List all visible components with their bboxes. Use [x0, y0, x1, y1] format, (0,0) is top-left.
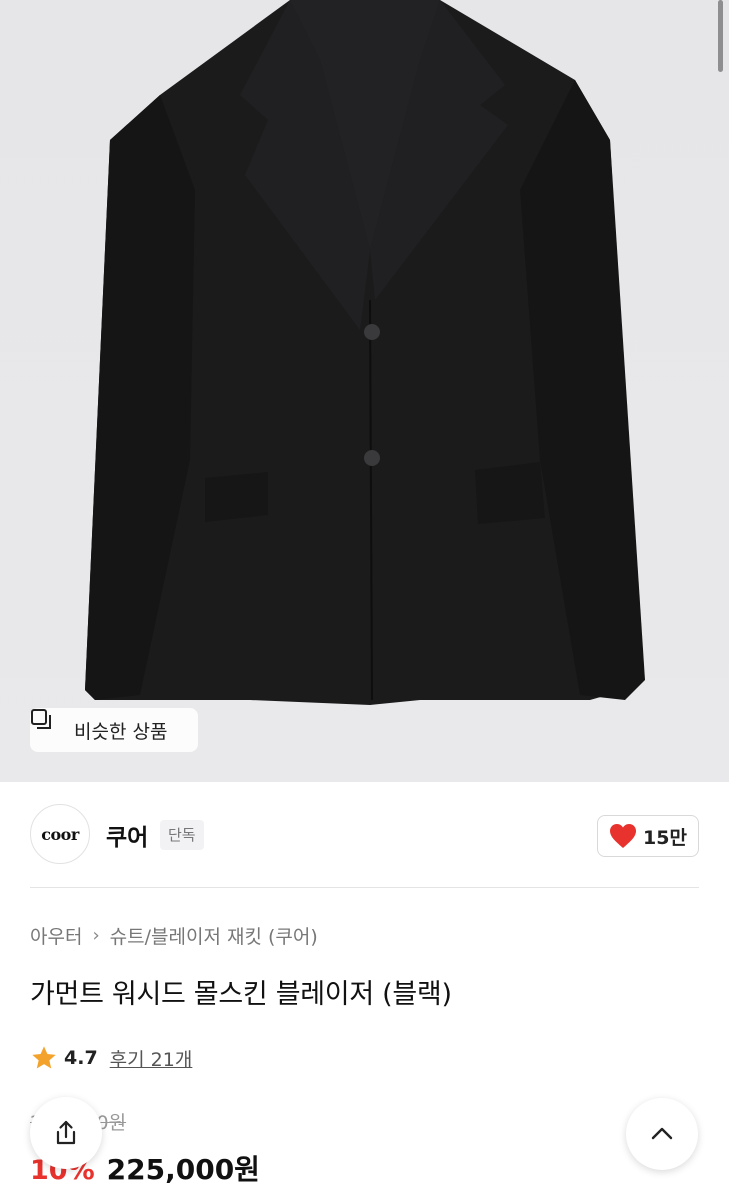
chevron-up-icon — [651, 1127, 673, 1140]
product-image[interactable]: 비슷한 상품 — [0, 0, 729, 782]
product-page: 비슷한 상품 coor 쿠어 단독 15만 아우터 › 슈트/블레이저 재킷 (… — [0, 0, 729, 1200]
share-icon — [56, 1120, 76, 1145]
divider — [30, 887, 699, 888]
similar-products-button[interactable]: 비슷한 상품 — [30, 708, 198, 752]
breadcrumb-subcategory[interactable]: 슈트/블레이저 재킷 (쿠어) — [110, 922, 318, 949]
brand-logo[interactable]: coor — [30, 804, 90, 864]
chevron-right-icon: › — [92, 925, 100, 946]
product-title: 가먼트 워시드 몰스킨 블레이저 (블랙) — [30, 979, 452, 1010]
heart-icon — [610, 824, 637, 848]
like-button[interactable]: 15만 — [597, 815, 699, 857]
sale-price: 225,000원 — [106, 1153, 260, 1186]
similar-products-label: 비슷한 상품 — [74, 720, 168, 743]
breadcrumb-category[interactable]: 아우터 — [30, 922, 82, 949]
brand-name[interactable]: 쿠어 — [106, 818, 148, 852]
rating-score: 4.7 — [64, 1047, 98, 1069]
similar-products-icon — [31, 709, 66, 741]
jacket-image — [85, 0, 645, 705]
exclusive-badge: 단독 — [160, 820, 204, 850]
share-button[interactable] — [30, 1097, 102, 1169]
rating-row: 4.7 후기 21개 — [30, 1044, 192, 1072]
reviews-link[interactable]: 후기 21개 — [110, 1045, 193, 1072]
star-icon — [32, 1046, 56, 1069]
scroll-top-button[interactable] — [626, 1098, 698, 1170]
scrollbar[interactable] — [718, 0, 723, 72]
like-count: 15만 — [643, 826, 687, 849]
breadcrumb: 아우터 › 슈트/블레이저 재킷 (쿠어) — [30, 922, 318, 949]
brand-row: coor 쿠어 단독 15만 — [0, 782, 729, 888]
